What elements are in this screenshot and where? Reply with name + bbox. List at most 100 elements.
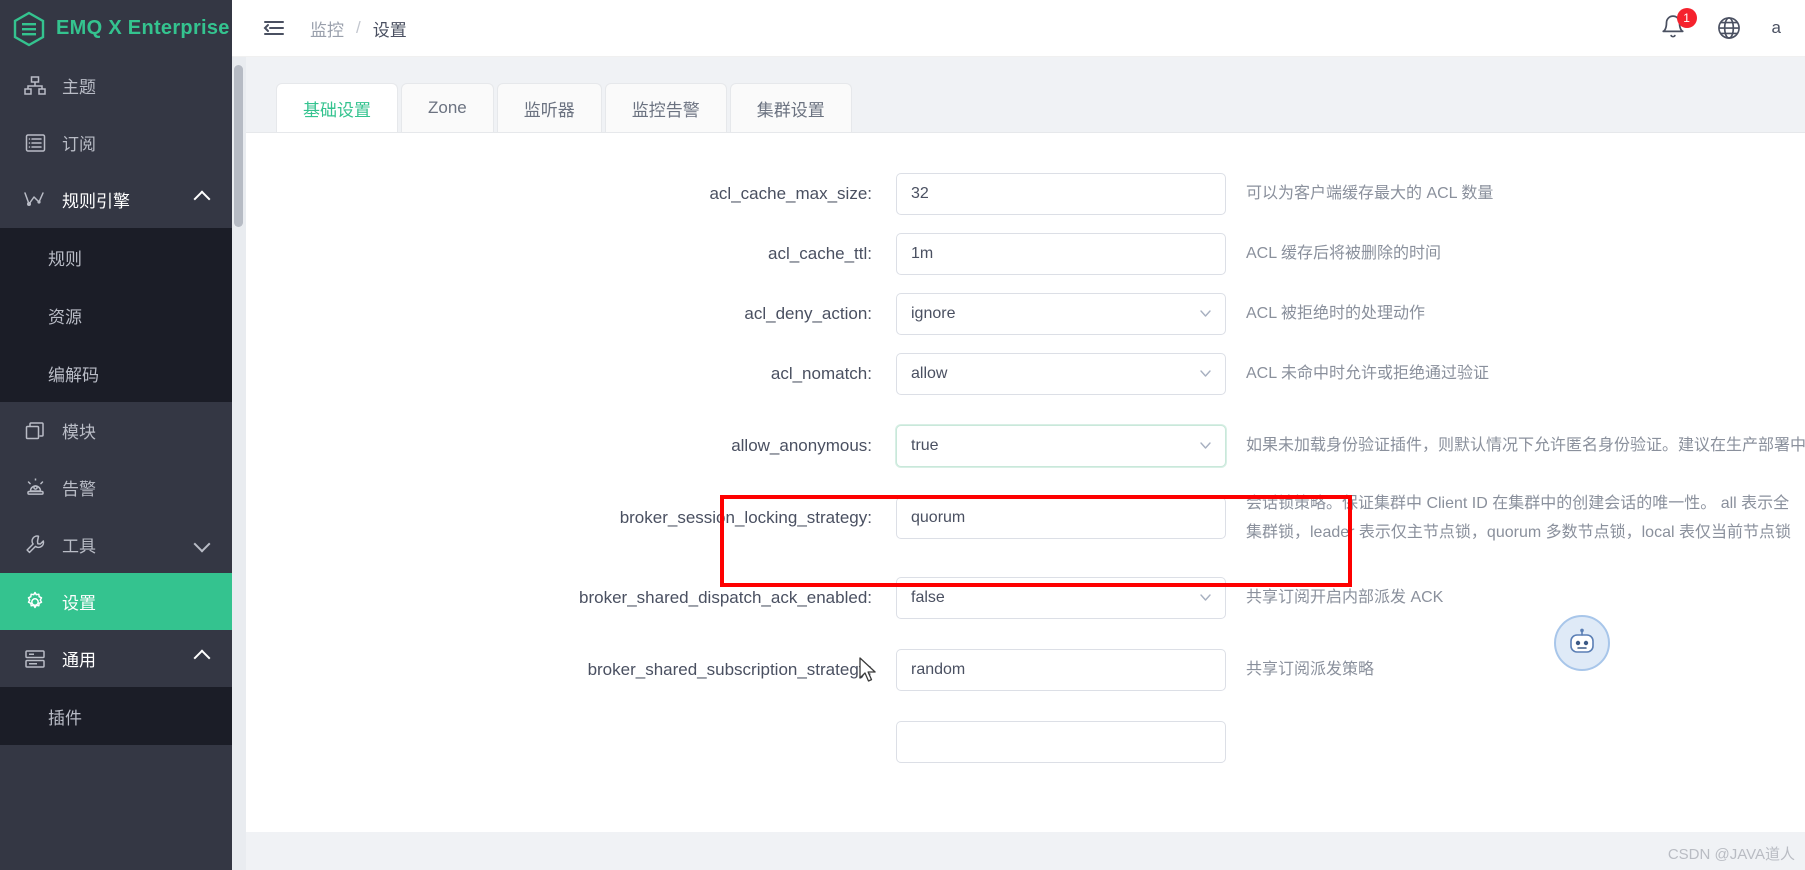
content-area: 基础设置 Zone 监听器 监控告警 集群设置 acl_cache_max_si… [232,57,1805,870]
tab-label: 基础设置 [303,100,371,120]
scrollbar-thumb[interactable] [234,65,243,227]
sidebar-item-label: 主题 [62,78,96,97]
app-window: EMQ X Enterprise 主题 订阅 规则引擎 规则 资源 编解码 模块… [0,0,1805,870]
broker-session-locking-strategy-select[interactable]: quorum [896,497,1226,539]
tab-label: 监控告警 [631,100,700,120]
form-row: broker_shared_dispatch_ack_enabled: fals… [246,577,1805,619]
field-description: 共享订阅派发策略 [1246,661,1375,678]
sidebar-subitem-label: 资源 [48,307,82,327]
field-value: false [911,589,945,606]
field-description: 会话锁策略。保证集群中 Client ID 在集群中的创建会话的唯一性。 all… [1246,495,1791,541]
field-label: acl_cache_max_size: [709,184,872,203]
notification-badge: 1 [1676,8,1697,28]
sidebar-item-label: 通用 [62,651,96,670]
breadcrumb-current: 设置 [372,20,407,40]
next-field-partial[interactable] [896,721,1226,763]
sidebar-subitem-plugins[interactable]: 插件 [0,687,232,745]
sidebar-item-modules[interactable]: 模块 [0,402,232,459]
field-value: true [911,437,939,454]
settings-form: acl_cache_max_size: 32 可以为客户端缓存最大的 ACL 数… [246,132,1805,832]
chevron-down-icon [1200,594,1211,605]
field-value: 1m [911,245,934,262]
tab-label: 集群设置 [756,100,825,120]
chevron-down-icon [1200,370,1211,381]
sidebar-subitem-resources[interactable]: 资源 [0,286,232,344]
sidebar-item-label: 工具 [62,537,96,556]
chevron-up-icon [193,190,211,207]
sidebar-item-label: 规则引擎 [62,192,130,211]
globe-language-icon[interactable] [1716,15,1742,41]
sidebar-item-rule-engine[interactable]: 规则引擎 [0,171,232,228]
form-row: acl_cache_max_size: 32 可以为客户端缓存最大的 ACL 数… [246,173,1805,215]
rule-engine-icon [22,189,48,211]
robot-assistant-avatar[interactable] [1554,615,1610,671]
chevron-down-icon [193,535,211,552]
tab-label: 监听器 [523,100,575,120]
tab-listener[interactable]: 监听器 [496,83,602,132]
sidebar-subitem-label: 插件 [48,708,82,728]
form-row: allow_anonymous: true 如果未加载身份验证插件，则默认情况下… [246,425,1805,467]
acl-nomatch-select[interactable]: allow [896,353,1226,395]
sidebar-item-alarms[interactable]: 告警 [0,459,232,516]
field-label: acl_cache_ttl: [768,244,872,263]
general-server-icon [22,648,48,670]
form-row: acl_cache_ttl: 1m ACL 缓存后将被删除的时间 [246,233,1805,275]
topic-tree-icon [22,75,48,97]
sidebar-item-tools[interactable]: 工具 [0,516,232,573]
bell-notification-icon[interactable]: 1 [1660,8,1697,42]
field-label: broker_session_locking_strategy: [619,508,872,527]
acl-cache-ttl-input[interactable]: 1m [896,233,1226,275]
sidebar-item-label: 订阅 [62,135,96,154]
form-row: acl_nomatch: allow ACL 未命中时允许或拒绝通过验证 [246,353,1805,395]
account-label[interactable]: a [1772,18,1781,38]
page-scrollbar[interactable] [232,57,246,870]
tab-label: Zone [428,98,467,117]
field-description: 可以为客户端缓存最大的 ACL 数量 [1246,185,1494,202]
alarm-siren-icon [22,477,48,499]
form-row: broker_session_locking_strategy: quorum … [246,495,1805,547]
breadcrumb: 监控 / 设置 [310,16,407,41]
hamburger-collapse-icon[interactable] [262,16,286,40]
brand-name: EMQ X Enterprise [56,17,230,39]
chevron-down-icon [1200,442,1211,453]
sidebar-item-settings[interactable]: 设置 [0,573,232,630]
field-label: broker_shared_dispatch_ack_enabled: [579,588,872,607]
field-label: broker_shared_subscription_strategy: [587,660,872,679]
module-copy-icon [22,420,48,442]
sidebar-item-subscription[interactable]: 订阅 [0,114,232,171]
sidebar-item-general[interactable]: 通用 [0,630,232,687]
sidebar-item-label: 模块 [62,423,96,442]
emq-hexagon-logo-icon [12,11,46,47]
chevron-down-icon [1200,310,1211,321]
settings-tabs: 基础设置 Zone 监听器 监控告警 集群设置 [246,83,1805,132]
tab-basic-settings[interactable]: 基础设置 [276,83,398,132]
acl-cache-max-size-input[interactable]: 32 [896,173,1226,215]
broker-shared-dispatch-ack-enabled-select[interactable]: false [896,577,1226,619]
tab-cluster-settings[interactable]: 集群设置 [729,83,852,132]
field-value: random [911,661,966,678]
field-description: ACL 被拒绝时的处理动作 [1246,305,1425,322]
brand: EMQ X Enterprise [0,0,232,57]
tab-monitor-alarm[interactable]: 监控告警 [604,83,727,132]
field-label: acl_deny_action: [744,304,872,323]
breadcrumb-separator: / [356,18,361,37]
sidebar-subitem-codec[interactable]: 编解码 [0,344,232,402]
sidebar-item-topic[interactable]: 主题 [0,57,232,114]
breadcrumb-parent[interactable]: 监控 [310,16,344,41]
field-value: quorum [911,509,966,526]
sidebar-item-label: 告警 [62,480,96,499]
tab-zone[interactable]: Zone [401,83,494,132]
broker-shared-subscription-strategy-input[interactable]: random [896,649,1226,691]
gear-settings-icon [22,591,48,613]
acl-deny-action-select[interactable]: ignore [896,293,1226,335]
field-label: acl_nomatch: [770,364,872,383]
sidebar-nav: 主题 订阅 规则引擎 规则 资源 编解码 模块 告警 工具 设置 通用 插件 [0,57,232,870]
general-submenu: 插件 [0,687,232,745]
sidebar-subitem-rules[interactable]: 规则 [0,228,232,286]
sidebar-subitem-label: 规则 [48,249,82,269]
form-row: acl_deny_action: ignore ACL 被拒绝时的处理动作 [246,293,1805,335]
field-value: allow [911,365,948,382]
wrench-tool-icon [22,534,48,556]
watermark-text: CSDN @JAVA道人 [1667,846,1795,863]
allow-anonymous-select[interactable]: true [896,425,1226,467]
